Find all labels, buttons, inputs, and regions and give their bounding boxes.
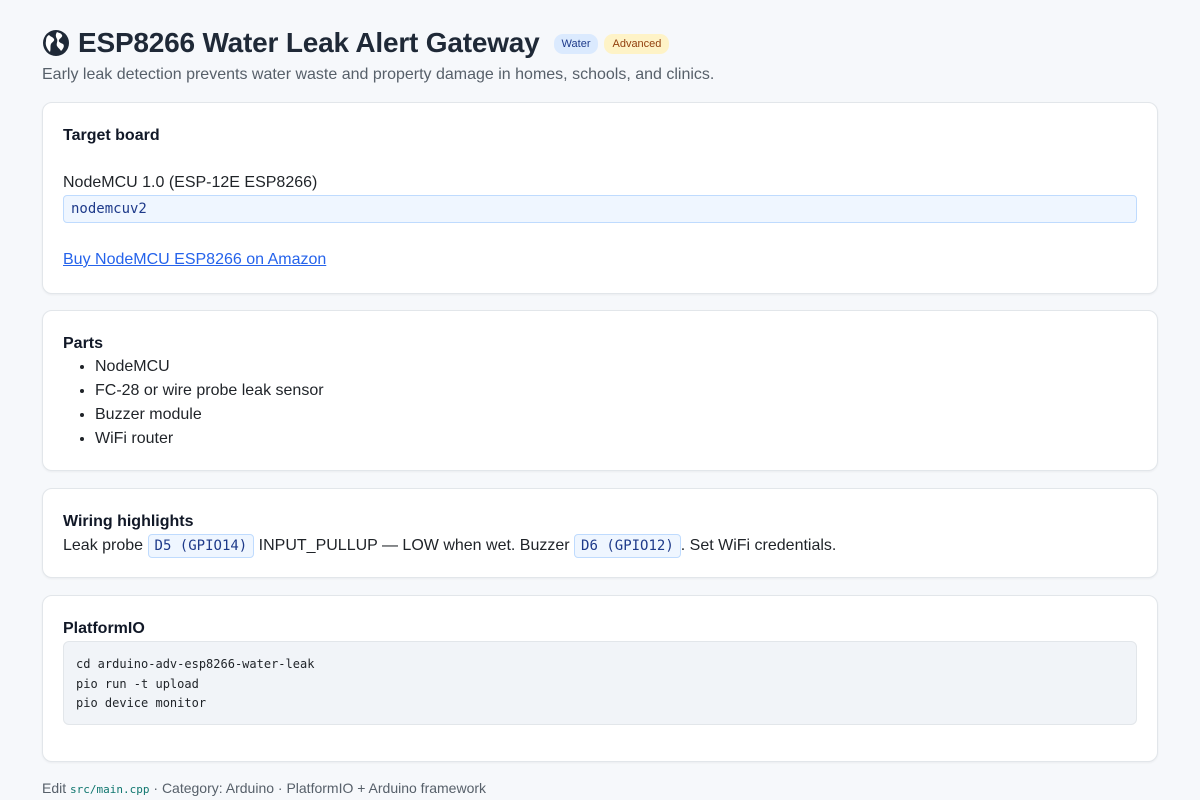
target-board-card: Target board NodeMCU 1.0 (ESP-12E ESP826… [42,102,1158,294]
wiring-card: Wiring highlights Leak probe D5 (GPIO14)… [42,488,1158,578]
wiring-heading: Wiring highlights [63,513,194,530]
title-row: ESP8266 Water Leak Alert Gateway Water A… [42,24,1158,62]
list-item: Buzzer module [95,403,1137,427]
footer-prefix: Edit [42,780,71,796]
page-title: ESP8266 Water Leak Alert Gateway [78,27,540,58]
wiring-text-part: . Set WiFi credentials. [680,537,837,554]
wiring-text-part: INPUT_PULLUP — LOW when wet. Buzzer [254,537,575,554]
page-footer: Edit src/main.cpp · Category: Arduino · … [42,780,486,796]
source-file: src/main.cpp [70,783,150,796]
globe-icon [43,30,69,56]
page-header: ESP8266 Water Leak Alert Gateway Water A… [42,24,1158,84]
list-item: WiFi router [95,427,1137,451]
list-item: FC-28 or wire probe leak sensor [95,379,1137,403]
parts-list: NodeMCU FC-28 or wire probe leak sensor … [63,355,1137,451]
buy-board-link[interactable]: Buy NodeMCU ESP8266 on Amazon [63,251,326,269]
board-id-code: nodemcuv2 [63,195,1137,223]
platformio-heading: PlatformIO [63,620,145,637]
category-badge: Water [553,34,599,54]
wiring-text: Leak probe D5 (GPIO14) INPUT_PULLUP — LO… [63,533,1137,559]
parts-card: Parts NodeMCU FC-28 or wire probe leak s… [42,310,1158,471]
command-line: pio run -t upload [76,676,199,691]
pin-code: D5 (GPIO14) [147,534,255,558]
page: ESP8266 Water Leak Alert Gateway Water A… [0,0,1200,800]
command-code-block[interactable]: cd arduino-adv-esp8266-water-leak pio ru… [63,641,1137,725]
level-badge: Advanced [604,34,670,54]
list-item: NodeMCU [95,355,1137,379]
target-board-heading: Target board [63,127,160,144]
board-name: NodeMCU 1.0 (ESP-12E ESP8266) [63,174,318,191]
pin-code: D6 (GPIO12) [574,534,681,558]
parts-heading: Parts [63,335,104,352]
platformio-card: PlatformIO cd arduino-adv-esp8266-water-… [42,595,1158,762]
footer-meta: · Category: Arduino · PlatformIO + Ardui… [149,780,487,796]
page-subtitle: Early leak detection prevents water wast… [42,66,715,83]
command-line: cd arduino-adv-esp8266-water-leak [76,657,315,671]
wiring-text-part: Leak probe [63,537,148,554]
command-line: pio device monitor [76,696,207,710]
